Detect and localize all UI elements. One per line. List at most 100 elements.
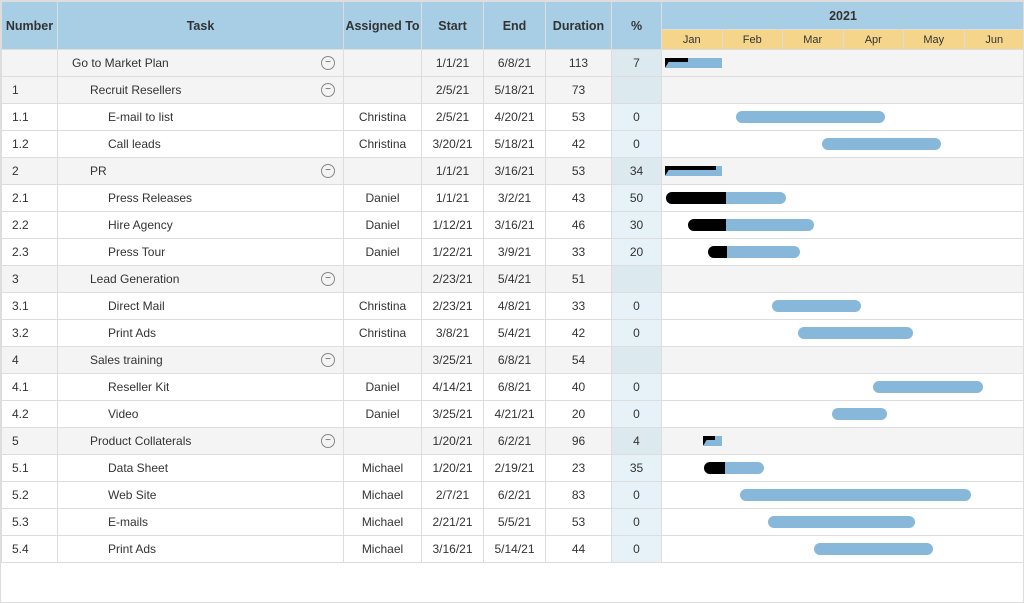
cell-task[interactable]: Print Ads [58, 320, 344, 347]
gantt-cell [904, 374, 965, 401]
task-name: Sales training [66, 353, 163, 367]
cell-assigned: Daniel [344, 401, 422, 428]
task-name: Direct Mail [66, 299, 165, 313]
table-row[interactable]: 1Recruit Resellers−2/5/215/18/2173 [2, 77, 1024, 104]
collapse-icon[interactable]: − [321, 272, 335, 286]
cell-duration: 42 [546, 320, 612, 347]
cell-task[interactable]: Direct Mail [58, 293, 344, 320]
col-month-apr[interactable]: Apr [843, 30, 904, 50]
col-month-feb[interactable]: Feb [722, 30, 783, 50]
col-month-jun[interactable]: Jun [964, 30, 1024, 50]
table-row[interactable]: Go to Market Plan−1/1/216/8/211137 [2, 50, 1024, 77]
cell-number: 1.1 [2, 104, 58, 131]
cell-assigned: Michael [344, 536, 422, 563]
cell-end: 5/14/21 [484, 536, 546, 563]
col-assigned[interactable]: Assigned To [344, 2, 422, 50]
cell-task[interactable]: Print Ads [58, 536, 344, 563]
cell-task[interactable]: E-mails [58, 509, 344, 536]
collapse-icon[interactable]: − [321, 353, 335, 367]
cell-task[interactable]: Press Tour [58, 239, 344, 266]
cell-task[interactable]: Call leads [58, 131, 344, 158]
gantt-cell [964, 104, 1024, 131]
task-name: Hire Agency [66, 218, 173, 232]
table-row[interactable]: 4.1Reseller KitDaniel4/14/216/8/21400 [2, 374, 1024, 401]
cell-task[interactable]: Hire Agency [58, 212, 344, 239]
task-name: PR [66, 164, 107, 178]
cell-assigned: Michael [344, 455, 422, 482]
col-month-may[interactable]: May [904, 30, 965, 50]
cell-number: 5.2 [2, 482, 58, 509]
cell-task[interactable]: Product Collaterals− [58, 428, 344, 455]
gantt-cell [662, 77, 723, 104]
gantt-cell [783, 428, 844, 455]
collapse-icon[interactable]: − [321, 164, 335, 178]
table-row[interactable]: 2.3Press TourDaniel1/22/213/9/213320 [2, 239, 1024, 266]
col-month-mar[interactable]: Mar [783, 30, 844, 50]
table-row[interactable]: 5.3E-mailsMichael2/21/215/5/21530 [2, 509, 1024, 536]
col-year[interactable]: 2021 [662, 2, 1024, 30]
col-task[interactable]: Task [58, 2, 344, 50]
col-end[interactable]: End [484, 2, 546, 50]
cell-task[interactable]: Recruit Resellers− [58, 77, 344, 104]
task-name: Press Releases [66, 191, 192, 205]
table-row[interactable]: 3Lead Generation−2/23/215/4/2151 [2, 266, 1024, 293]
table-row[interactable]: 3.2Print AdsChristina3/8/215/4/21420 [2, 320, 1024, 347]
cell-number: 1 [2, 77, 58, 104]
cell-task[interactable]: Press Releases [58, 185, 344, 212]
cell-task[interactable]: Data Sheet [58, 455, 344, 482]
table-row[interactable]: 2PR−1/1/213/16/215334 [2, 158, 1024, 185]
col-month-jan[interactable]: Jan [662, 30, 723, 50]
table-row[interactable]: 1.2Call leadsChristina3/20/215/18/21420 [2, 131, 1024, 158]
col-number[interactable]: Number [2, 2, 58, 50]
cell-duration: 113 [546, 50, 612, 77]
cell-start: 1/1/21 [422, 185, 484, 212]
cell-task[interactable]: Sales training − [58, 347, 344, 374]
cell-task[interactable]: Web Site [58, 482, 344, 509]
table-row[interactable]: 5.1Data SheetMichael1/20/212/19/212335 [2, 455, 1024, 482]
table-row[interactable]: 5.4Print AdsMichael3/16/215/14/21440 [2, 536, 1024, 563]
table-row[interactable]: 2.2Hire AgencyDaniel1/12/213/16/214630 [2, 212, 1024, 239]
gantt-cell [722, 374, 783, 401]
table-row[interactable]: 4Sales training−3/25/216/8/2154 [2, 347, 1024, 374]
cell-task[interactable]: E-mail to list [58, 104, 344, 131]
table-row[interactable]: 1.1E-mail to listChristina2/5/214/20/215… [2, 104, 1024, 131]
cell-task[interactable]: Lead Generation− [58, 266, 344, 293]
table-row[interactable]: 4.2VideoDaniel3/25/214/21/21200 [2, 401, 1024, 428]
cell-assigned [344, 428, 422, 455]
table-row[interactable]: 5.2Web SiteMichael2/7/216/2/21830 [2, 482, 1024, 509]
gantt-cell [964, 482, 1024, 509]
col-percent[interactable]: % [612, 2, 662, 50]
cell-task[interactable]: Reseller Kit [58, 374, 344, 401]
table-row[interactable]: 3.1Direct MailChristina2/23/214/8/21330 [2, 293, 1024, 320]
collapse-icon[interactable]: − [321, 434, 335, 448]
cell-start: 1/1/21 [422, 50, 484, 77]
cell-start: 3/25/21 [422, 347, 484, 374]
cell-duration: 83 [546, 482, 612, 509]
cell-task[interactable]: Video [58, 401, 344, 428]
cell-end: 5/4/21 [484, 320, 546, 347]
gantt-cell [904, 482, 965, 509]
cell-percent: 30 [612, 212, 662, 239]
table-row[interactable]: 2.1Press ReleasesDaniel1/1/213/2/214350 [2, 185, 1024, 212]
table-row[interactable]: 5Product Collaterals−1/20/216/2/21964 [2, 428, 1024, 455]
gantt-cell [904, 347, 965, 374]
task-name: Go to Market Plan [66, 56, 169, 70]
gantt-cell [843, 347, 904, 374]
cell-duration: 23 [546, 455, 612, 482]
gantt-cell [783, 401, 844, 428]
cell-task[interactable]: Go to Market Plan − [58, 50, 344, 77]
col-start[interactable]: Start [422, 2, 484, 50]
gantt-cell [783, 293, 844, 320]
gantt-cell [843, 212, 904, 239]
gantt-cell [904, 509, 965, 536]
gantt-cell [964, 131, 1024, 158]
col-duration[interactable]: Duration [546, 2, 612, 50]
cell-task[interactable]: PR − [58, 158, 344, 185]
collapse-icon[interactable]: − [321, 56, 335, 70]
task-name: Reseller Kit [66, 380, 169, 394]
cell-number: 2.2 [2, 212, 58, 239]
cell-assigned: Daniel [344, 239, 422, 266]
collapse-icon[interactable]: − [321, 83, 335, 97]
gantt-cell [722, 131, 783, 158]
cell-end: 6/8/21 [484, 347, 546, 374]
